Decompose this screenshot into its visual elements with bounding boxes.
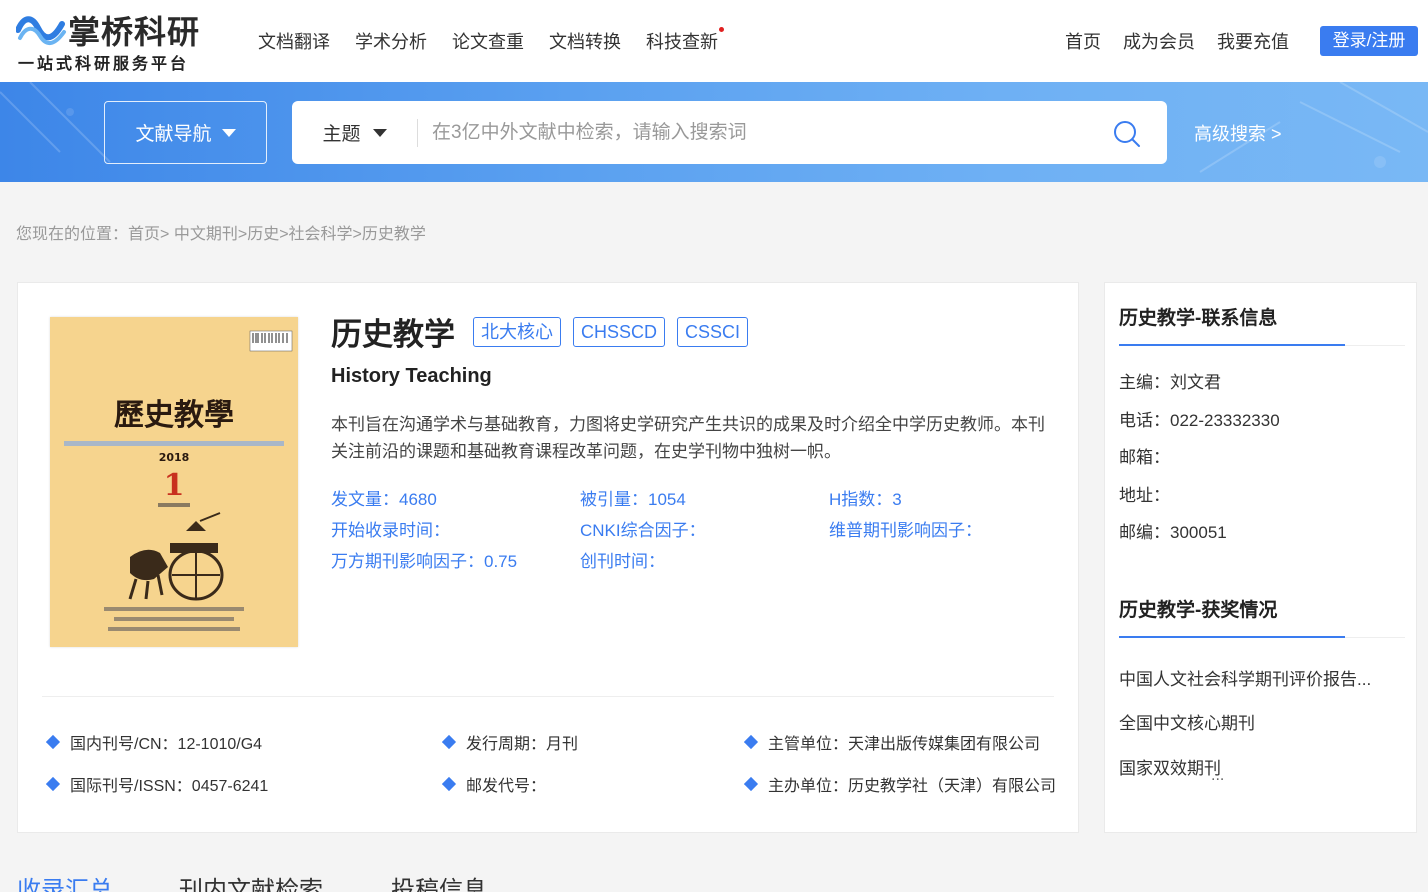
search-banner: 文献导航 主题 高级搜索 >	[0, 82, 1428, 182]
search-box: 主题	[292, 101, 1167, 164]
info-sponsor-text: 主办单位：历史教学社（天津）有限公司	[768, 778, 1056, 795]
contact-heading-underline	[1119, 344, 1345, 346]
info-issn: 国际刊号/ISSN：0457-6241	[46, 772, 436, 796]
literature-nav-dropdown[interactable]: 文献导航	[104, 101, 267, 164]
tab-article-search[interactable]: 刊内文献检索	[179, 870, 323, 892]
tag-pku-core[interactable]: 北大核心	[473, 317, 561, 347]
nav-recharge[interactable]: 我要充值	[1217, 30, 1289, 54]
brand-slogan: 一站式科研服务平台	[18, 54, 190, 73]
nav-item-plagiarism[interactable]: 论文查重	[452, 30, 524, 54]
stat-start-time: 开始收录时间：	[331, 521, 450, 540]
contact-zip: 邮编：300051	[1119, 523, 1227, 542]
contact-email: 邮箱：	[1119, 448, 1170, 467]
stat-cnki-factor: CNKI综合因子：	[580, 521, 706, 540]
info-frequency-text: 发行周期：月刊	[466, 736, 579, 753]
awards-heading-underline	[1119, 636, 1345, 638]
login-button[interactable]: 登录/注册	[1320, 26, 1418, 56]
brand-name: 掌桥科研	[68, 13, 201, 51]
breadcrumb-current: 历史教学	[361, 226, 426, 243]
contact-editor: 主编：刘文君	[1119, 373, 1221, 392]
search-input[interactable]	[432, 113, 1092, 153]
awards-heading: 历史教学-获奖情况	[1119, 600, 1278, 621]
award-item[interactable]: 国家双效期刊	[1119, 754, 1389, 779]
diamond-bullet-icon	[442, 734, 457, 750]
info-issn-text: 国际刊号/ISSN：0457-6241	[70, 778, 269, 795]
stat-founded: 创刊时间：	[580, 552, 665, 571]
nav-item-convert[interactable]: 文档转换	[549, 30, 621, 54]
diamond-bullet-icon	[442, 776, 457, 792]
right-nav: 首页 成为会员 我要充值	[1065, 30, 1289, 54]
journal-stats: 发文量：4680 被引量：1054 H指数：3 开始收录时间： CNKI综合因子…	[331, 489, 1071, 573]
stat-h-index: H指数：3	[829, 490, 902, 509]
journal-description: 本刊旨在沟通学术与基础教育，力图将史学研究产生共识的成果及时介绍全中学历史教师。…	[331, 415, 1045, 461]
tab-submission-info[interactable]: 投稿信息	[391, 870, 487, 892]
nav-home[interactable]: 首页	[1065, 30, 1101, 54]
award-item[interactable]: 全国中文核心期刊	[1119, 709, 1389, 734]
search-divider	[417, 119, 418, 147]
journal-tags: 北大核心 CHSSCD CSSCI	[473, 317, 749, 347]
breadcrumb-cn-journals[interactable]: 中文期刊>	[174, 226, 247, 243]
journal-english-title: History Teaching	[331, 365, 492, 387]
contact-heading: 历史教学-联系信息	[1119, 308, 1278, 329]
wave-logo-icon	[16, 16, 66, 45]
top-header: 掌桥科研 一站式科研服务平台 文档翻译 学术分析 论文查重 文档转换 科技查新 …	[0, 0, 1428, 82]
nav-item-translate[interactable]: 文档翻译	[258, 30, 330, 54]
main-nav: 文档翻译 学术分析 论文查重 文档转换 科技查新	[258, 27, 724, 54]
breadcrumb-history[interactable]: 历史>	[247, 226, 288, 243]
advanced-search-link[interactable]: 高级搜索 >	[1194, 120, 1282, 146]
info-supervisor-text: 主管单位：天津出版传媒集团有限公司	[768, 736, 1041, 753]
awards-more[interactable]: ...	[1211, 765, 1224, 787]
stat-citations: 被引量：1054	[580, 490, 686, 509]
journal-card: 歷史教學 2018 1 历史教学 北大核心 CHSSCD CSSCI Histo…	[17, 282, 1079, 833]
info-postal-code-text: 邮发代号：	[466, 778, 547, 795]
search-type-label: 主题	[322, 124, 361, 145]
cover-year: 2018	[159, 451, 190, 464]
nav-item-analysis[interactable]: 学术分析	[355, 30, 427, 54]
cover-issue: 1	[164, 468, 185, 503]
breadcrumb-home[interactable]: 首页>	[128, 226, 169, 243]
nav-item-novelty[interactable]: 科技查新	[646, 27, 724, 54]
site-logo[interactable]: 掌桥科研 一站式科研服务平台	[16, 8, 216, 74]
breadcrumb: 您现在的位置：首页> 中文期刊>历史>社会科学>历史教学	[16, 220, 426, 244]
tab-index-summary[interactable]: 收录汇总	[17, 870, 113, 892]
contact-phone: 电话：022-23332330	[1119, 411, 1280, 430]
notification-dot	[719, 27, 724, 32]
search-type-select[interactable]: 主题	[292, 101, 417, 164]
info-cn-text: 国内刊号/CN：12-1010/G4	[70, 736, 263, 753]
contact-address: 地址：	[1119, 486, 1170, 505]
stat-article-count: 发文量：4680	[331, 490, 437, 509]
stat-vip-factor: 维普期刊影响因子：	[829, 521, 982, 540]
journal-info: 国内刊号/CN：12-1010/G4 发行周期：月刊 主管单位：天津出版传媒集团…	[46, 730, 1056, 820]
tag-chsscd[interactable]: CHSSCD	[573, 317, 666, 347]
breadcrumb-prefix: 您现在的位置：	[16, 226, 129, 243]
card-divider	[42, 696, 1054, 697]
journal-title: 历史教学	[331, 317, 455, 353]
literature-nav-label: 文献导航	[135, 124, 212, 145]
info-postal-code: 邮发代号：	[442, 772, 742, 796]
info-sponsor: 主办单位：历史教学社（天津）有限公司	[744, 772, 1056, 796]
diamond-bullet-icon	[744, 776, 759, 792]
journal-cover-image: 歷史教學 2018 1	[50, 317, 298, 647]
caret-down-icon	[221, 128, 236, 137]
tag-cssci[interactable]: CSSCI	[677, 317, 749, 347]
info-supervisor: 主管单位：天津出版传媒集团有限公司	[744, 730, 1056, 754]
nav-membership[interactable]: 成为会员	[1123, 30, 1195, 54]
sidebar-card: 历史教学-联系信息 主编：刘文君 电话：022-23332330 邮箱： 地址：…	[1104, 282, 1417, 833]
caret-down-icon	[372, 128, 387, 137]
cover-art: 歷史教學 2018 1	[50, 317, 298, 647]
breadcrumb-social-science[interactable]: 社会科学>	[289, 226, 362, 243]
cover-title: 歷史教學	[114, 398, 234, 433]
diamond-bullet-icon	[46, 734, 61, 750]
stat-wanfang-factor: 万方期刊影响因子：0.75	[331, 552, 518, 571]
search-icon[interactable]	[1112, 119, 1142, 149]
diamond-bullet-icon	[744, 734, 759, 750]
diamond-bullet-icon	[46, 776, 61, 792]
info-cn: 国内刊号/CN：12-1010/G4	[46, 730, 436, 754]
info-frequency: 发行周期：月刊	[442, 730, 742, 754]
award-item[interactable]: 中国人文社会科学期刊评价报告...	[1119, 665, 1389, 690]
nav-item-novelty-label: 科技查新	[646, 32, 718, 52]
